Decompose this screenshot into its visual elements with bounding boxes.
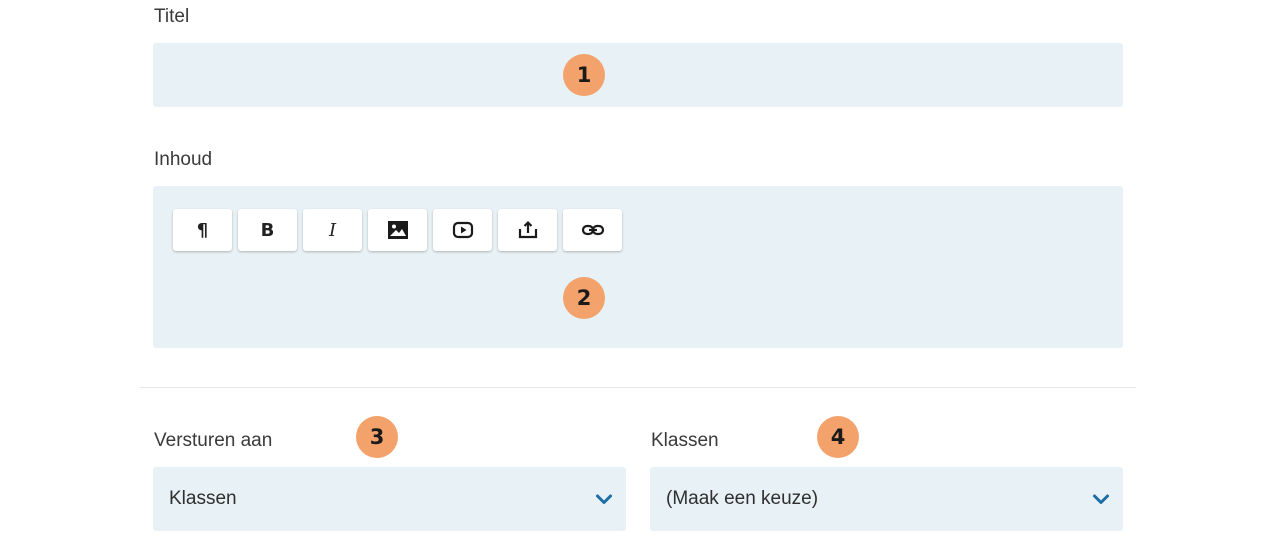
chevron-down-icon (596, 494, 612, 504)
section-divider (140, 387, 1136, 388)
classes-value: (Maak een keuze) (666, 488, 819, 509)
content-label: Inhoud (154, 149, 213, 170)
image-icon (387, 221, 408, 239)
step-marker-3: 3 (356, 416, 398, 458)
italic-button[interactable]: I (303, 209, 362, 251)
paragraph-icon: ¶ (196, 219, 209, 241)
form-page: Titel 1 Inhoud ¶ B I 2 Versturen aan 3 K… (0, 0, 1280, 548)
upload-button[interactable] (498, 209, 557, 251)
title-input[interactable] (153, 43, 1123, 107)
bold-button[interactable]: B (238, 209, 297, 251)
step-marker-2: 2 (563, 277, 605, 319)
step-marker-4: 4 (817, 416, 859, 458)
upload-icon (518, 220, 537, 239)
insert-link-button[interactable] (563, 209, 622, 251)
classes-select[interactable]: (Maak een keuze) (650, 467, 1123, 531)
insert-image-button[interactable] (368, 209, 427, 251)
paragraph-button[interactable]: ¶ (173, 209, 232, 251)
classes-label: Klassen (651, 430, 719, 451)
content-editor[interactable]: ¶ B I (153, 186, 1123, 348)
link-icon (581, 224, 604, 236)
step-marker-1: 1 (563, 54, 605, 96)
bold-icon: B (260, 219, 275, 241)
title-label: Titel (154, 6, 190, 27)
send-to-select[interactable]: Klassen (153, 467, 626, 531)
chevron-down-icon (1093, 494, 1109, 504)
send-to-label: Versturen aan (154, 430, 273, 451)
italic-icon: I (328, 219, 337, 241)
video-icon (452, 221, 473, 239)
insert-video-button[interactable] (433, 209, 492, 251)
send-to-value: Klassen (169, 488, 237, 509)
editor-toolbar: ¶ B I (173, 209, 622, 251)
